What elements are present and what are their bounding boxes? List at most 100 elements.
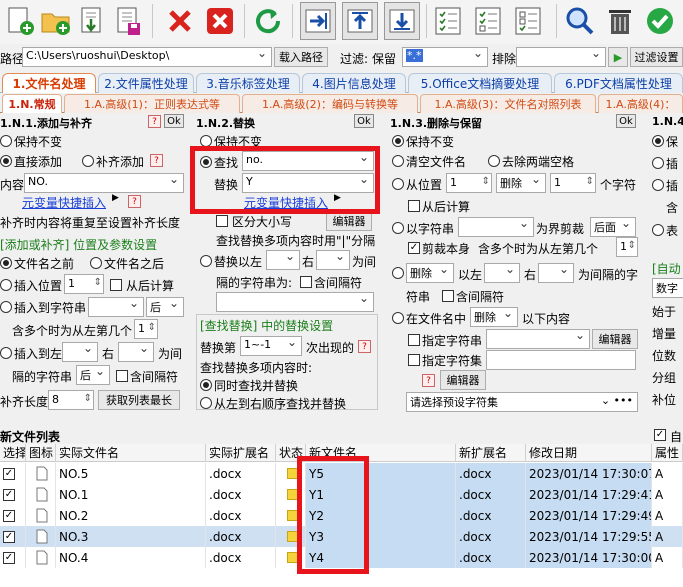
sep-after-select[interactable]: 后 [76,365,110,385]
right-str-input[interactable] [118,342,154,362]
import-icon[interactable] [74,2,110,40]
delete-icon[interactable] [162,2,198,40]
filter-keep-input[interactable]: *.* [402,47,488,67]
by-str-radio[interactable] [392,222,404,234]
delete-between-radio[interactable] [392,267,404,279]
nth-select[interactable]: 1~-1 [240,336,302,356]
row-checkbox[interactable]: ✓ [3,509,15,522]
in-name-radio[interactable] [392,312,404,324]
tab-office-summary[interactable]: 5.Office文档摘要处理 [408,73,552,93]
after-name-radio[interactable] [90,257,102,269]
from-pos-radio[interactable] [392,178,404,190]
insert-after-select[interactable]: 后 [146,297,184,317]
pad-len-stepper[interactable]: 8 [48,390,94,410]
editor-button[interactable]: 编辑器 [592,329,638,349]
specify-set2-input[interactable] [486,350,636,370]
tab-music-tags[interactable]: 3.音乐标签处理 [196,73,300,93]
right-str-input[interactable] [316,250,350,270]
checklist-icon-2[interactable] [470,2,506,40]
specify-set-input[interactable] [486,329,590,349]
trash-icon[interactable] [602,2,638,40]
replace-between-radio[interactable] [200,255,212,267]
left-str-input[interactable] [62,342,98,362]
calc-from-end-checkbox[interactable] [110,279,122,291]
filter-settings-button[interactable]: 过滤设置 [630,47,683,67]
exclude-input[interactable] [516,47,606,67]
panel2-ok-button[interactable]: Ok [354,114,374,128]
boundary-side-select[interactable]: 后面 [590,217,636,237]
include-sep-checkbox[interactable] [116,370,128,382]
from-pos-stepper[interactable]: 1 [446,173,492,193]
content-input[interactable]: NO. [24,173,184,193]
get-max-button[interactable]: 获取列表最长 [98,390,180,410]
editor-button-2[interactable]: 编辑器 [440,370,486,390]
multi-stepper[interactable]: 1 [616,237,638,257]
specify-set-checkbox[interactable] [408,334,420,346]
col-filename[interactable]: 实际文件名 [56,444,206,462]
sequential-radio[interactable] [200,397,212,409]
subtab-advanced-2[interactable]: 1.A.高级(2)：编码与转换等 [242,94,418,113]
simultaneous-radio[interactable] [200,379,212,391]
row-checkbox[interactable]: ✓ [3,467,15,480]
insert2-radio[interactable] [652,179,664,191]
subtab-advanced-3[interactable]: 1.A.高级(3)：文件名对照列表 [420,94,596,113]
include-sep-checkbox[interactable] [300,276,312,288]
clear-name-radio[interactable] [392,155,404,167]
insert-radio[interactable] [652,157,664,169]
case-checkbox[interactable] [216,215,228,227]
save-icon[interactable] [110,2,146,40]
right-str-input[interactable] [538,263,574,283]
row-checkbox[interactable]: ✓ [3,530,15,543]
insert-pos-stepper[interactable]: 1 [64,274,104,294]
search-icon[interactable] [562,2,598,40]
keep-radio[interactable] [0,135,12,147]
specify-set2-checkbox[interactable] [408,354,420,366]
boundary-str-input[interactable] [458,217,534,237]
calc-from-end-checkbox[interactable] [408,200,420,212]
move-down-icon[interactable] [384,2,420,40]
help-icon[interactable]: ? [148,115,161,128]
subtab-advanced-1[interactable]: 1.A.高级(1)：正则表达式等 [64,94,240,113]
tab-pdf-properties[interactable]: 6.PDF文档属性处理 [554,73,683,93]
play-icon[interactable]: ▶ [608,47,628,67]
delete-select[interactable]: 删除 [496,173,546,193]
col-newext[interactable]: 新扩展名 [456,444,526,462]
row-checkbox[interactable]: ✓ [3,488,15,501]
keep-radio[interactable] [652,135,664,147]
help-icon[interactable]: ? [422,374,435,387]
move-right-icon[interactable] [300,2,336,40]
col-select[interactable]: 选择 [0,444,26,462]
col-date[interactable]: 修改日期 [526,444,652,462]
include-sep-checkbox[interactable] [442,290,454,302]
help-icon[interactable]: ? [358,340,371,353]
checklist-icon[interactable] [430,2,466,40]
cut-self-checkbox[interactable]: ✓ [408,242,420,254]
col-attr[interactable]: 属性 [652,444,683,462]
help-icon[interactable]: ? [150,154,163,167]
load-path-button[interactable]: 载入路径 [274,47,328,67]
col-icon[interactable]: 图标 [26,444,56,462]
digits-select[interactable]: 数字 [652,278,683,298]
subtab-normal[interactable]: 1.N.常规 [2,94,62,113]
left-str-input[interactable] [266,250,300,270]
table-radio[interactable] [652,224,664,236]
pad-add-radio[interactable] [82,155,94,167]
delete-between-select[interactable]: 删除 [406,263,454,283]
path-input[interactable]: C:\Users\ruoshui\Desktop\ [22,47,272,67]
insert-str-input[interactable] [88,297,144,317]
add-files-icon[interactable] [2,2,38,40]
preset-select[interactable]: 请选择预设字符集 ⌄ ••• [406,392,638,412]
clear-icon[interactable] [202,2,238,40]
trim-spaces-radio[interactable] [488,155,500,167]
sep-str-input[interactable] [216,292,374,312]
col-ext[interactable]: 实际扩展名 [206,444,276,462]
panel1-ok-button[interactable]: Ok [164,114,184,128]
keep-radio[interactable] [392,135,404,147]
quick-insert-link[interactable]: 元变量快捷插入 [22,194,106,211]
subtab-advanced-4[interactable]: 1.A.高级(4)： [598,94,683,113]
left-str-input[interactable] [484,263,520,283]
help-icon[interactable]: ? [128,195,141,208]
auto-checkbox[interactable]: ✓ [654,429,666,441]
move-up-icon[interactable] [342,2,378,40]
panel3-ok-button[interactable]: Ok [616,114,636,128]
